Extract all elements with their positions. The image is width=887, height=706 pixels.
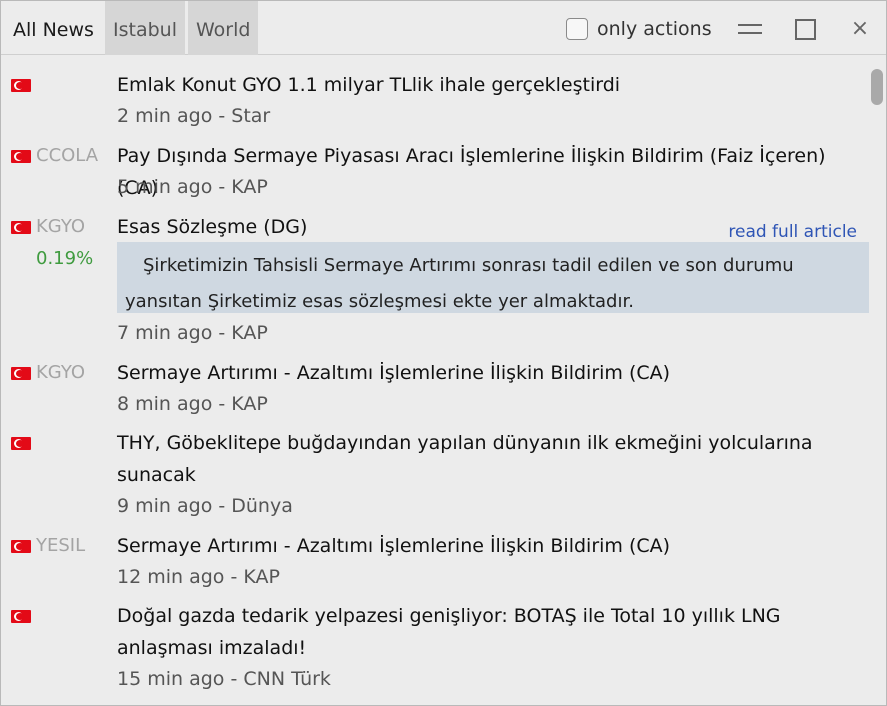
turkey-flag-icon	[11, 221, 31, 234]
tab-all-news[interactable]: All News	[5, 1, 102, 55]
scrollbar-thumb[interactable]	[871, 69, 883, 105]
article-text: Şirketimizin Tahsisli Sermaye Artırımı s…	[125, 255, 794, 312]
turkey-flag-icon	[11, 367, 31, 380]
only-actions-label: only actions	[597, 18, 712, 40]
read-full-article-link[interactable]: read full article	[728, 222, 857, 242]
turkey-flag-icon	[11, 437, 31, 450]
only-actions-toggle[interactable]: only actions	[566, 15, 712, 43]
news-headline[interactable]: Sermaye Artırımı - Azaltımı İşlemlerine …	[117, 530, 867, 562]
stock-ticker[interactable]: CCOLA	[36, 145, 98, 166]
minimize-icon[interactable]	[736, 15, 764, 43]
news-window: All News Istabul World only actions × Em…	[0, 0, 887, 706]
stock-ticker[interactable]: KGYO	[36, 216, 85, 237]
close-icon[interactable]: ×	[846, 15, 874, 43]
maximize-icon[interactable]	[791, 15, 819, 43]
news-meta: 15 min ago - CNN Türk	[117, 668, 331, 690]
news-meta: 9 min ago - Dünya	[117, 495, 293, 517]
news-meta: 12 min ago - KAP	[117, 566, 280, 588]
turkey-flag-icon	[11, 150, 31, 163]
news-meta: 8 min ago - KAP	[117, 393, 268, 415]
turkey-flag-icon	[11, 79, 31, 92]
stock-ticker[interactable]: YESIL	[36, 535, 85, 556]
news-headline[interactable]: THY, Göbeklitepe buğdayından yapılan dün…	[117, 427, 867, 491]
tab-istanbul[interactable]: Istabul	[105, 1, 185, 55]
top-toolbar: All News Istabul World only actions ×	[1, 1, 886, 55]
tab-world[interactable]: World	[188, 1, 259, 55]
article-preview: Şirketimizin Tahsisli Sermaye Artırımı s…	[117, 242, 869, 313]
only-actions-checkbox[interactable]	[566, 18, 588, 40]
stock-ticker[interactable]: KGYO	[36, 362, 85, 383]
turkey-flag-icon	[11, 540, 31, 553]
news-feed[interactable]: Emlak Konut GYO 1.1 milyar TLlik ihale g…	[1, 56, 869, 706]
news-headline[interactable]: Emlak Konut GYO 1.1 milyar TLlik ihale g…	[117, 69, 867, 101]
turkey-flag-icon	[11, 610, 31, 623]
news-headline[interactable]: Sermaye Artırımı - Azaltımı İşlemlerine …	[117, 357, 867, 389]
news-meta: 2 min ago - Star	[117, 105, 271, 127]
news-meta: 5 min ago - KAP	[117, 176, 268, 198]
news-meta: 7 min ago - KAP	[117, 322, 268, 344]
news-headline[interactable]: Doğal gazda tedarik yelpazesi genişliyor…	[117, 600, 867, 664]
price-change: 0.19%	[36, 248, 94, 269]
